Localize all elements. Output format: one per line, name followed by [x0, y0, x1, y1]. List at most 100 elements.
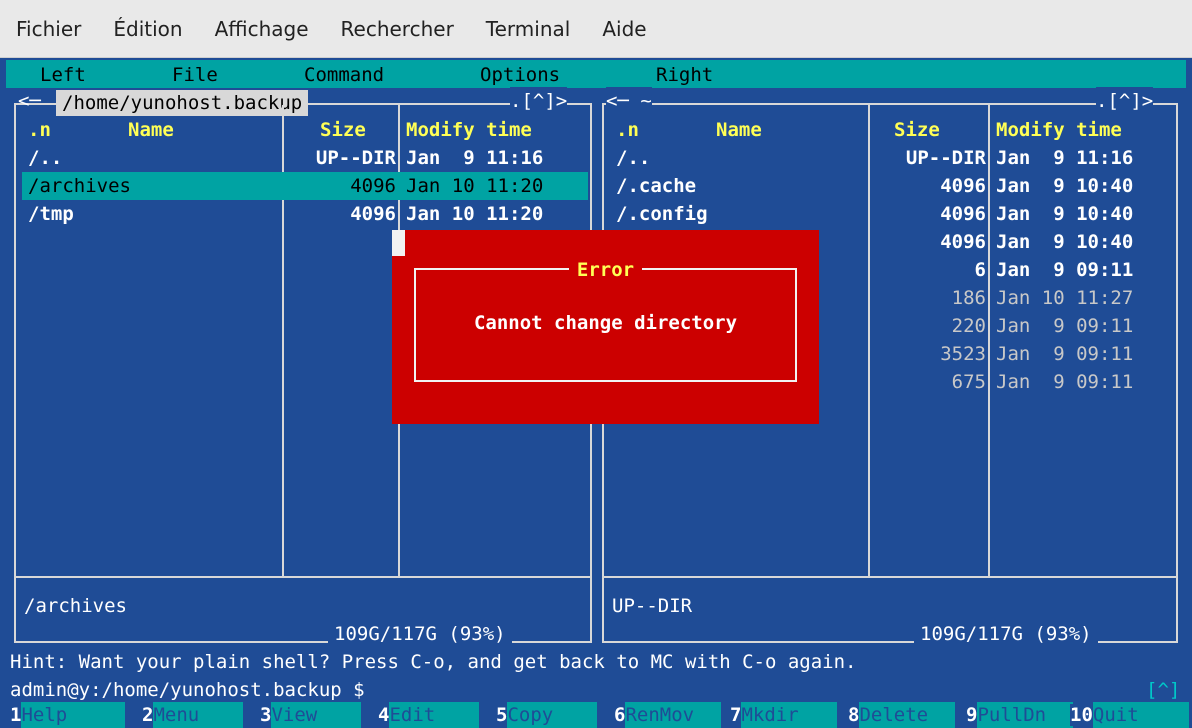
right-status-sep [604, 576, 1176, 578]
right-col-name[interactable]: Name [716, 116, 762, 144]
left-col-n[interactable]: .n [28, 116, 51, 144]
right-row-name[interactable]: /.config [616, 200, 708, 228]
right-col-size[interactable]: Size [894, 116, 940, 144]
fkey-edit[interactable]: 4Edit [378, 702, 480, 728]
fkey-label: Quit [1092, 702, 1189, 728]
menu-edition[interactable]: Édition [107, 15, 188, 43]
fkey-number: 4 [378, 704, 390, 726]
fkey-pulldn[interactable]: 9PullDn [966, 702, 1074, 728]
right-row-size: 675 [951, 371, 986, 393]
right-panel-path[interactable]: ~ [640, 90, 651, 112]
mc-menu-options[interactable]: Options [480, 62, 560, 88]
fkey-number: 7 [730, 704, 742, 726]
mc-menu-file[interactable]: File [172, 62, 218, 88]
fkey-label: Mkdir [741, 702, 838, 728]
error-dialog-title: Error [568, 259, 643, 281]
left-row-size: UP--DIR [315, 147, 396, 169]
left-col-mtime[interactable]: Modify time [406, 116, 532, 144]
fkey-label: Copy [507, 702, 598, 728]
left-row-time: Jan 10 11:20 [406, 203, 544, 225]
fkey-label: Help [21, 702, 126, 728]
right-row-time: Jan 9 09:11 [996, 315, 1134, 337]
left-row-name[interactable]: /archives [28, 172, 131, 200]
fkey-label: Delete [859, 702, 956, 728]
fkey-renmov[interactable]: 6RenMov [614, 702, 722, 728]
right-col-sep-2 [988, 105, 990, 577]
mc-menubar: Left File Command Options Right [6, 60, 1186, 88]
right-row-time: Jan 9 10:40 [996, 175, 1134, 197]
fkey-view[interactable]: 3View [260, 702, 362, 728]
left-panel-arrow[interactable]: <─ [18, 87, 41, 115]
function-key-bar: 1Help 2Menu 3View 4Edit 5Copy 6RenMov 7M… [0, 702, 1192, 728]
right-row-time: Jan 9 09:11 [996, 259, 1134, 281]
mc-menu-right[interactable]: Right [656, 62, 713, 88]
right-row-name[interactable]: /.cache [616, 172, 696, 200]
text-cursor [392, 230, 405, 256]
right-row-size: 186 [951, 287, 986, 309]
fkey-label: View [271, 702, 362, 728]
left-row-name[interactable]: /tmp [28, 200, 74, 228]
fkey-number: 1 [10, 704, 22, 726]
right-row-size: 4096 [940, 231, 986, 253]
fkey-menu[interactable]: 2Menu [142, 702, 244, 728]
left-panel-corner[interactable]: .[^]> [510, 87, 568, 115]
prompt-corner[interactable]: [^] [1146, 676, 1180, 704]
right-free-space: 109G/117G (93%) [914, 620, 1098, 648]
right-row-size: 4096 [940, 203, 986, 225]
left-panel-path[interactable]: /home/yunohost.backup [56, 90, 309, 116]
window-menubar: Fichier Édition Affichage Rechercher Ter… [0, 0, 1192, 58]
right-row-name[interactable]: /.. [616, 144, 650, 172]
fkey-help[interactable]: 1Help [10, 702, 126, 728]
fkey-label: Edit [389, 702, 480, 728]
menu-terminal[interactable]: Terminal [480, 15, 577, 43]
right-row-size: 3523 [940, 343, 986, 365]
right-row-size: 4096 [940, 175, 986, 197]
left-row-time: Jan 10 11:20 [406, 175, 544, 197]
left-row-size: 4096 [350, 175, 396, 197]
shell-prompt[interactable]: admin@y:/home/yunohost.backup $ [10, 676, 365, 704]
fkey-delete[interactable]: 8Delete [848, 702, 956, 728]
right-row-size: 220 [951, 315, 986, 337]
error-dialog-message: Cannot change directory [473, 312, 738, 334]
right-row-time: Jan 9 10:40 [996, 231, 1134, 253]
menu-fichier[interactable]: Fichier [10, 15, 87, 43]
right-col-n[interactable]: .n [616, 116, 639, 144]
fkey-number: 2 [142, 704, 154, 726]
menu-rechercher[interactable]: Rechercher [335, 15, 460, 43]
left-row-time: Jan 9 11:16 [406, 147, 544, 169]
fkey-number: 6 [614, 704, 626, 726]
left-col-size[interactable]: Size [320, 116, 366, 144]
fkey-label: RenMov [625, 702, 722, 728]
right-row-size: 6 [974, 259, 986, 281]
fkey-quit[interactable]: 10Quit [1070, 702, 1189, 728]
error-dialog[interactable]: Error Cannot change directory [392, 230, 819, 424]
left-status-sep [16, 576, 590, 578]
menu-affichage[interactable]: Affichage [209, 15, 315, 43]
left-col-name[interactable]: Name [128, 116, 174, 144]
mc-menu-left[interactable]: Left [40, 62, 86, 88]
hint-line: Hint: Want your plain shell? Press C-o, … [10, 651, 857, 673]
app-menu: Fichier Édition Affichage Rechercher Ter… [10, 0, 673, 58]
right-panel-arrow[interactable]: <─ ~ [606, 87, 652, 115]
terminal[interactable]: Left File Command Options Right <─ /home… [0, 58, 1192, 728]
right-panel-corner[interactable]: .[^]> [1096, 87, 1154, 115]
left-row-size: 4096 [350, 203, 396, 225]
fkey-copy[interactable]: 5Copy [496, 702, 598, 728]
fkey-number: 5 [496, 704, 508, 726]
right-col-mtime[interactable]: Modify time [996, 116, 1122, 144]
right-row-time: Jan 9 11:16 [996, 147, 1134, 169]
mc-menu-command[interactable]: Command [304, 62, 384, 88]
left-row-name[interactable]: /.. [28, 144, 62, 172]
right-mini-status: UP--DIR [612, 595, 693, 617]
right-row-time: Jan 10 11:27 [996, 287, 1134, 309]
right-row-size: UP--DIR [905, 147, 986, 169]
fkey-mkdir[interactable]: 7Mkdir [730, 702, 838, 728]
menu-aide[interactable]: Aide [596, 15, 652, 43]
fkey-number: 8 [848, 704, 860, 726]
error-dialog-title-row: Error [392, 258, 819, 282]
left-free-space: 109G/117G (93%) [328, 620, 512, 648]
right-row-time: Jan 9 10:40 [996, 203, 1134, 225]
right-row-time: Jan 9 09:11 [996, 371, 1134, 393]
fkey-number: 9 [966, 704, 978, 726]
fkey-number: 10 [1070, 704, 1093, 726]
